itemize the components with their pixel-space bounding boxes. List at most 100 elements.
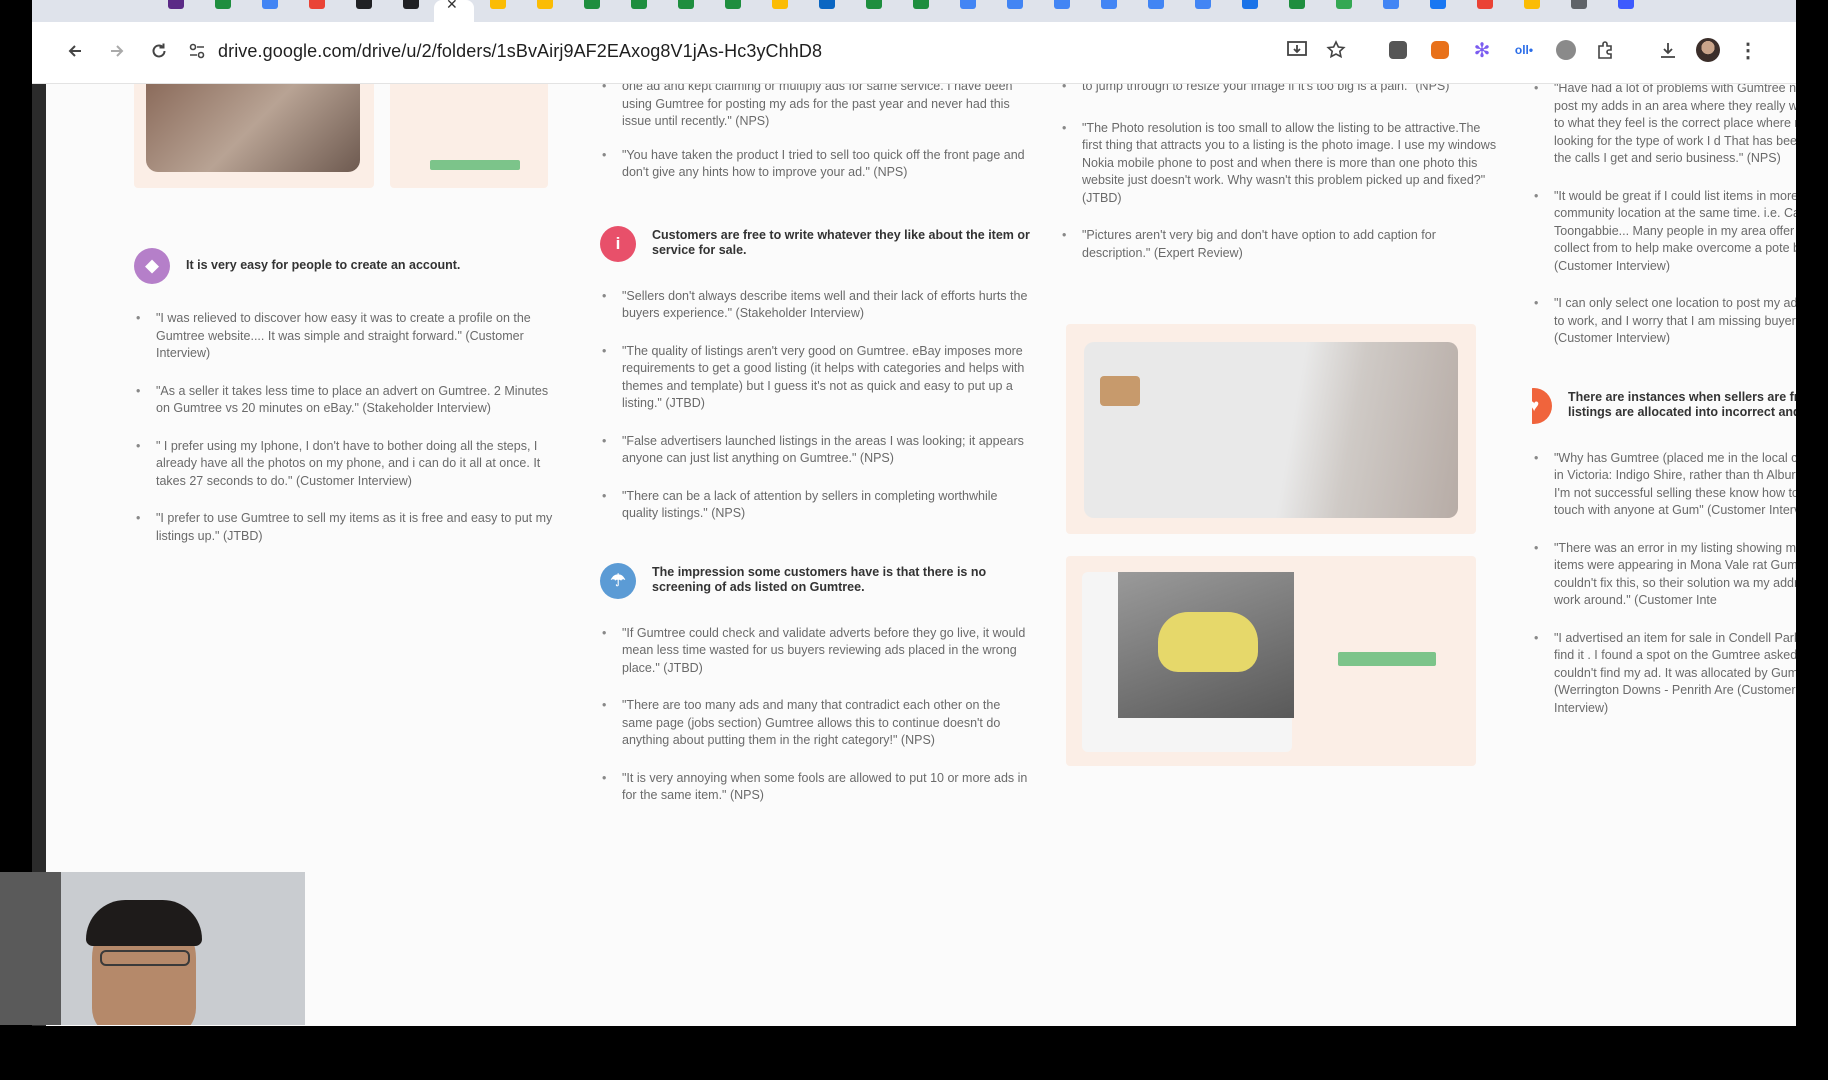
hand-on-screen-photo: [1084, 342, 1458, 518]
tab-item[interactable]: [662, 0, 709, 22]
tab-favicon-icon: [167, 0, 184, 9]
tab-item[interactable]: [1508, 0, 1555, 22]
tab-item[interactable]: [850, 0, 897, 22]
info-icon: i: [600, 225, 636, 262]
back-button[interactable]: [58, 34, 92, 68]
tab-item[interactable]: [1320, 0, 1367, 22]
tab-favicon-icon: [583, 0, 600, 9]
site-settings-icon[interactable]: [188, 42, 206, 60]
tab-item[interactable]: [1179, 0, 1226, 22]
tab-item[interactable]: [1132, 0, 1179, 22]
tab-favicon-icon: [865, 0, 882, 9]
umbrella-icon: ☂: [600, 562, 636, 599]
tab-favicon-icon: [630, 0, 647, 9]
tab-item[interactable]: [1461, 0, 1508, 22]
menu-kebab-icon[interactable]: ⋮: [1734, 36, 1762, 64]
extensions-puzzle-icon[interactable]: [1592, 36, 1620, 64]
tab-item[interactable]: [944, 0, 991, 22]
tab-active[interactable]: ✕: [434, 0, 474, 22]
tab-item[interactable]: [756, 0, 803, 22]
tab-item[interactable]: [803, 0, 850, 22]
list-item: "There can be a lack of attention by sel…: [600, 488, 1030, 523]
tab-item[interactable]: [568, 0, 615, 22]
listing-screenshot-card: [1066, 324, 1476, 534]
tab-favicon-icon: [1570, 0, 1587, 9]
theme-no-screening: ☂ The impression some customers have is …: [600, 562, 1030, 599]
tab-item[interactable]: [1085, 0, 1132, 22]
tab-item[interactable]: [521, 0, 568, 22]
install-app-icon[interactable]: [1283, 36, 1311, 64]
tab-item[interactable]: [474, 0, 521, 22]
tab-favicon-icon: [1053, 0, 1070, 9]
tab-item[interactable]: [615, 0, 662, 22]
forward-button[interactable]: [100, 34, 134, 68]
form-screenshot-card: [390, 84, 548, 188]
yellow-scooter-shape: [1158, 612, 1258, 672]
address-bar[interactable]: drive.google.com/drive/u/2/folders/1sBvA…: [178, 31, 1378, 71]
tab-strip: ✕: [32, 0, 1796, 22]
list-item: one ad and kept claiming or multiply ads…: [600, 84, 1030, 131]
laptop-photo-card: [134, 84, 374, 188]
document-page: ◆ It is very easy for people to create a…: [46, 84, 1796, 1026]
tab-item[interactable]: [152, 0, 199, 22]
tab-item[interactable]: [1226, 0, 1273, 22]
reload-icon: [152, 43, 166, 58]
extension-snowflake-icon[interactable]: ✻: [1468, 36, 1496, 64]
extension-reader-icon[interactable]: [1384, 36, 1412, 64]
tab-favicon-icon: [1382, 0, 1399, 9]
downloads-icon[interactable]: [1654, 36, 1682, 64]
tab-favicon-icon: [1476, 0, 1493, 9]
theme-heading: Customers are free to write whatever the…: [652, 227, 1030, 258]
person-hair: [86, 900, 202, 946]
tab-favicon-icon: [355, 0, 372, 9]
extension-grey-icon[interactable]: [1552, 36, 1580, 64]
column-4-inner: "Have had a lot of problems with Gumtree…: [1532, 84, 1796, 717]
tab-item[interactable]: [387, 0, 434, 22]
tab-favicon-icon: [536, 0, 553, 9]
tab-close-icon[interactable]: ✕: [446, 0, 462, 11]
list-item: "I prefer to use Gumtree to sell my item…: [134, 510, 554, 545]
tab-favicon-icon: [1429, 0, 1446, 9]
list-item: "There was an error in my listing showin…: [1532, 540, 1796, 610]
column-4: "Have had a lot of problems with Gumtree…: [1532, 84, 1796, 737]
webcam-overlay: [0, 872, 305, 1025]
reload-button[interactable]: [142, 34, 176, 68]
tab-item[interactable]: [991, 0, 1038, 22]
tab-item[interactable]: [1602, 0, 1649, 22]
tab-item[interactable]: [897, 0, 944, 22]
column-2: one ad and kept claiming or multiply ads…: [600, 84, 1030, 825]
profile-avatar[interactable]: [1694, 36, 1722, 64]
list-item: "You have taken the product I tried to s…: [600, 147, 1030, 182]
tab-favicon-icon: [308, 0, 325, 9]
tab-item[interactable]: [1555, 0, 1602, 22]
back-arrow-icon: [68, 45, 81, 57]
tab-item[interactable]: [1038, 0, 1085, 22]
tab-favicon-icon: [1241, 0, 1258, 9]
tab-item[interactable]: [1273, 0, 1320, 22]
list-item: "It is very annoying when some fools are…: [600, 770, 1030, 805]
list-item: "If Gumtree could check and validate adv…: [600, 625, 1030, 678]
tab-item[interactable]: [246, 0, 293, 22]
tab-item[interactable]: [1414, 0, 1461, 22]
green-button-shape: [430, 160, 520, 170]
scooter-photo-frame: [1082, 572, 1294, 752]
list-item-continued: to jump through to resize your image if …: [1060, 84, 1500, 96]
tab-favicon-icon: [959, 0, 976, 9]
tab-item[interactable]: [1367, 0, 1414, 22]
tab-item[interactable]: [293, 0, 340, 22]
glasses-shape: [100, 950, 190, 966]
tab-item[interactable]: [199, 0, 246, 22]
url-text[interactable]: drive.google.com/drive/u/2/folders/1sBvA…: [218, 41, 822, 62]
bookmark-star-icon[interactable]: [1322, 36, 1350, 64]
diamond-icon: ◆: [134, 248, 170, 284]
list-item: "I was relieved to discover how easy it …: [134, 310, 554, 363]
theme-free-write: i Customers are free to write whatever t…: [600, 225, 1030, 262]
tab-item[interactable]: [709, 0, 756, 22]
list-item: "Pictures aren't very big and don't have…: [1060, 227, 1500, 262]
list-item: "The quality of listings aren't very goo…: [600, 343, 1030, 413]
extension-orange-icon[interactable]: [1426, 36, 1454, 64]
extension-otter-icon[interactable]: oll•: [1510, 36, 1538, 64]
tab-item[interactable]: [340, 0, 387, 22]
green-button-shape: [1338, 652, 1436, 666]
theme-heading: The impression some customers have is th…: [652, 564, 987, 595]
